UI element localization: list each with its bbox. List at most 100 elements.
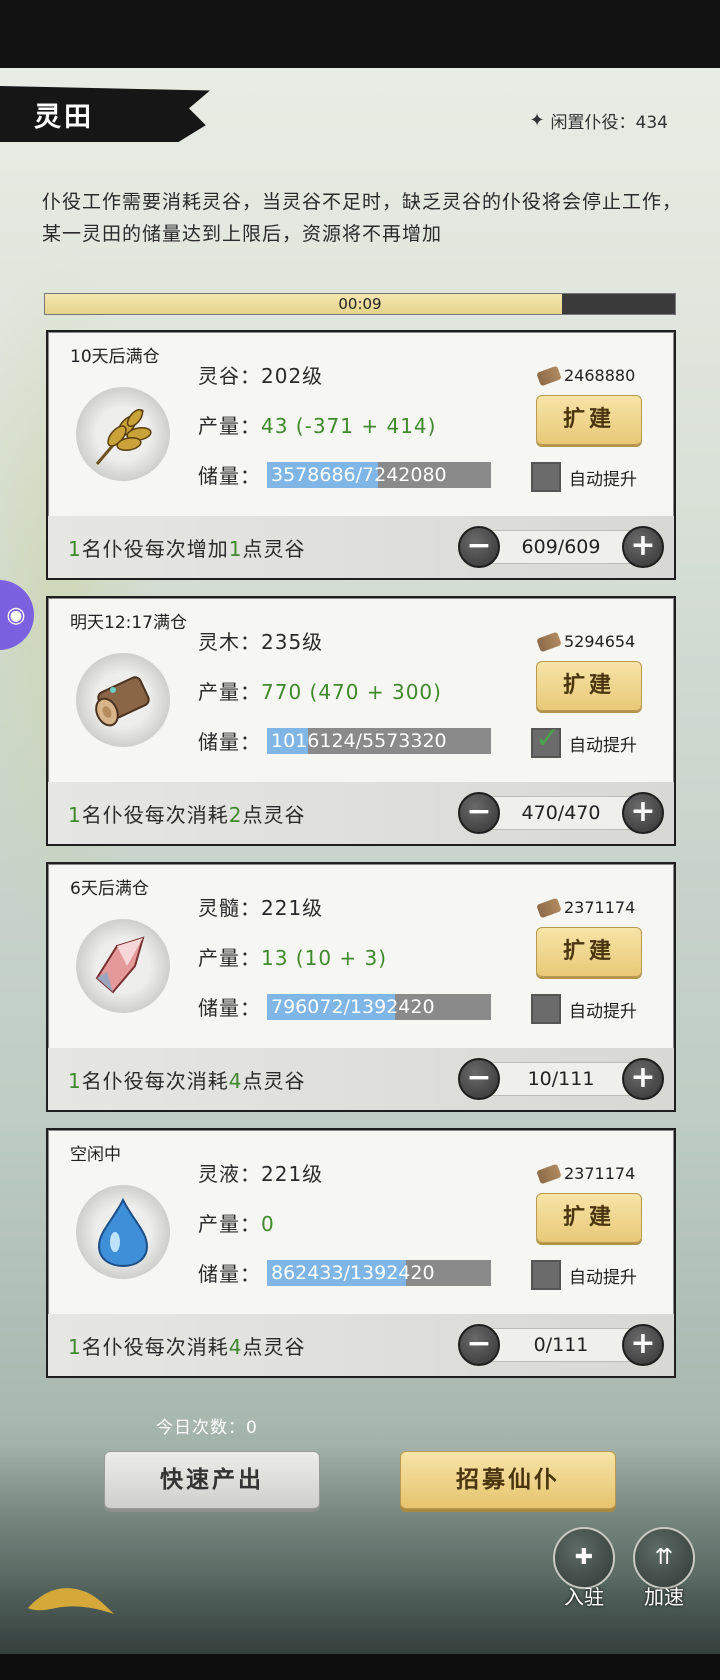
storage-label: 储量：	[198, 996, 261, 1020]
speedup-icon: ⇈	[633, 1527, 695, 1589]
worker-rule-middle: 名仆役每次消耗	[81, 1069, 229, 1093]
decrease-workers-button[interactable]: −	[458, 1058, 500, 1100]
output-value: 13 (10 + 3)	[261, 946, 388, 970]
auto-upgrade-label: 自动提升	[569, 1267, 637, 1288]
expand-button[interactable]: 扩建	[536, 661, 642, 711]
auto-upgrade-toggle[interactable]: 自动提升	[531, 994, 637, 1024]
expand-cost-value: 2468880	[564, 366, 636, 385]
worker-row: 1名仆役每次消耗2点灵谷 − 470/470 +	[48, 782, 674, 844]
storage-value: 862433/1392420	[271, 1262, 435, 1284]
crystal-icon	[76, 919, 170, 1013]
worker-rule-text: 1名仆役每次消耗2点灵谷	[68, 799, 305, 828]
worker-point-number: 4	[228, 1335, 243, 1359]
auto-upgrade-checkbox[interactable]	[531, 462, 561, 492]
worker-rule-text: 1名仆役每次消耗4点灵谷	[68, 1331, 305, 1360]
field-output: 产量：770 (470 + 300)	[198, 676, 442, 705]
auto-upgrade-toggle[interactable]: 自动提升	[531, 1260, 637, 1290]
field-status: 明天12:17满仓	[70, 613, 187, 633]
gold-ink-decoration-icon	[28, 1588, 114, 1614]
expand-cost: 2371174	[536, 897, 636, 918]
field-level: 灵髓：221级	[198, 896, 324, 920]
storage-value: 1016124/5573320	[271, 730, 447, 752]
worker-point-number: 1	[228, 537, 243, 561]
increase-workers-button[interactable]: +	[622, 1058, 664, 1100]
field-card-wood: 明天12:17满仓 灵木：235级 产量：770 (470 + 300) 储量：…	[46, 596, 676, 846]
storage-value: 796072/1392420	[271, 996, 435, 1018]
timer-text: 00:09	[338, 295, 382, 313]
auto-upgrade-toggle[interactable]: ✓ 自动提升	[531, 724, 637, 758]
expand-cost-value: 5294654	[564, 632, 636, 651]
storage-bar: 3578686/7242080	[267, 462, 491, 488]
worker-stepper: − 609/609 +	[458, 526, 664, 568]
wood-cost-icon	[536, 897, 562, 918]
field-card-grain: 10天后满仓 灵谷：202级 产量：43 (-371 + 414) 储量： 35…	[46, 330, 676, 580]
output-value: 770 (470 + 300)	[261, 680, 442, 704]
wheat-icon	[76, 387, 170, 481]
auto-upgrade-checkbox[interactable]: ✓	[531, 724, 561, 758]
field-output: 产量：43 (-371 + 414)	[198, 410, 436, 439]
field-status: 空闲中	[70, 1145, 121, 1165]
expand-button[interactable]: 扩建	[536, 395, 642, 445]
increase-workers-button[interactable]: +	[622, 1324, 664, 1366]
output-label: 产量：	[198, 414, 261, 438]
station-label: 入驻	[564, 1585, 604, 1609]
worker-count-number: 1	[68, 1069, 82, 1093]
storage-bar: 796072/1392420	[267, 994, 491, 1020]
worker-rule-middle: 名仆役每次消耗	[81, 803, 229, 827]
wood-cost-icon	[536, 1163, 562, 1184]
field-card-marrow: 6天后满仓 灵髓：221级 产量：13 (10 + 3) 储量： 796072/…	[46, 862, 676, 1112]
worker-rule-text: 1名仆役每次消耗4点灵谷	[68, 1065, 305, 1094]
field-level: 灵液：221级	[198, 1162, 324, 1186]
speedup-label: 加速	[644, 1585, 684, 1609]
decrease-workers-button[interactable]: −	[458, 526, 500, 568]
production-timer-bar: 00:09	[44, 293, 676, 315]
storage-bar: 862433/1392420	[267, 1260, 491, 1286]
field-output: 产量：13 (10 + 3)	[198, 942, 387, 971]
worker-row: 1名仆役每次消耗4点灵谷 − 0/111 +	[48, 1314, 674, 1376]
increase-workers-button[interactable]: +	[622, 526, 664, 568]
auto-upgrade-checkbox[interactable]	[531, 1260, 561, 1290]
worker-count-value: 609/609	[521, 536, 601, 558]
status-bar-area	[0, 0, 720, 68]
field-level: 灵谷：202级	[198, 364, 324, 388]
worker-point-number: 2	[228, 803, 243, 827]
water-drop-icon	[76, 1185, 170, 1279]
speedup-button[interactable]: ⇈ 加速	[630, 1527, 698, 1617]
expand-cost: 2468880	[536, 365, 636, 386]
worker-count-value: 10/111	[527, 1068, 595, 1090]
worker-stepper: − 10/111 +	[458, 1058, 664, 1100]
auto-upgrade-label: 自动提升	[569, 735, 637, 756]
field-status: 10天后满仓	[70, 347, 160, 367]
worker-rule-middle: 名仆役每次增加	[81, 537, 229, 561]
auto-upgrade-toggle[interactable]: 自动提升	[531, 462, 637, 492]
worker-stepper: − 0/111 +	[458, 1324, 664, 1366]
wood-cost-icon	[536, 365, 562, 386]
field-level: 灵木：235级	[198, 630, 324, 654]
decrease-workers-button[interactable]: −	[458, 1324, 500, 1366]
storage-value: 3578686/7242080	[271, 464, 447, 486]
servant-icon: ✦	[529, 110, 545, 131]
storage-label: 储量：	[198, 730, 261, 754]
expand-button[interactable]: 扩建	[536, 927, 642, 977]
station-icon: ✚	[553, 1527, 615, 1589]
output-value: 43 (-371 + 414)	[261, 414, 437, 438]
bottom-nav-area	[0, 1654, 720, 1680]
title-ink-banner	[0, 86, 210, 142]
checkmark-icon: ✓	[535, 721, 561, 756]
recruit-servant-button[interactable]: 招募仙仆	[400, 1451, 616, 1509]
fast-produce-button[interactable]: 快速产出	[104, 1451, 320, 1509]
decrease-workers-button[interactable]: −	[458, 792, 500, 834]
idle-servants-label: 闲置仆役：434	[550, 113, 668, 133]
worker-row: 1名仆役每次消耗4点灵谷 − 10/111 +	[48, 1048, 674, 1110]
increase-workers-button[interactable]: +	[622, 792, 664, 834]
worker-rule-text: 1名仆役每次增加1点灵谷	[68, 533, 305, 562]
worker-rule-suffix: 点灵谷	[242, 537, 306, 561]
output-label: 产量：	[198, 1212, 261, 1236]
storage-bar: 1016124/5573320	[267, 728, 491, 754]
expand-button[interactable]: 扩建	[536, 1193, 642, 1243]
auto-upgrade-checkbox[interactable]	[531, 994, 561, 1024]
station-button[interactable]: ✚ 入驻	[550, 1527, 618, 1617]
expand-cost-value: 2371174	[564, 898, 636, 917]
output-label: 产量：	[198, 680, 261, 704]
storage-label: 储量：	[198, 1262, 261, 1286]
